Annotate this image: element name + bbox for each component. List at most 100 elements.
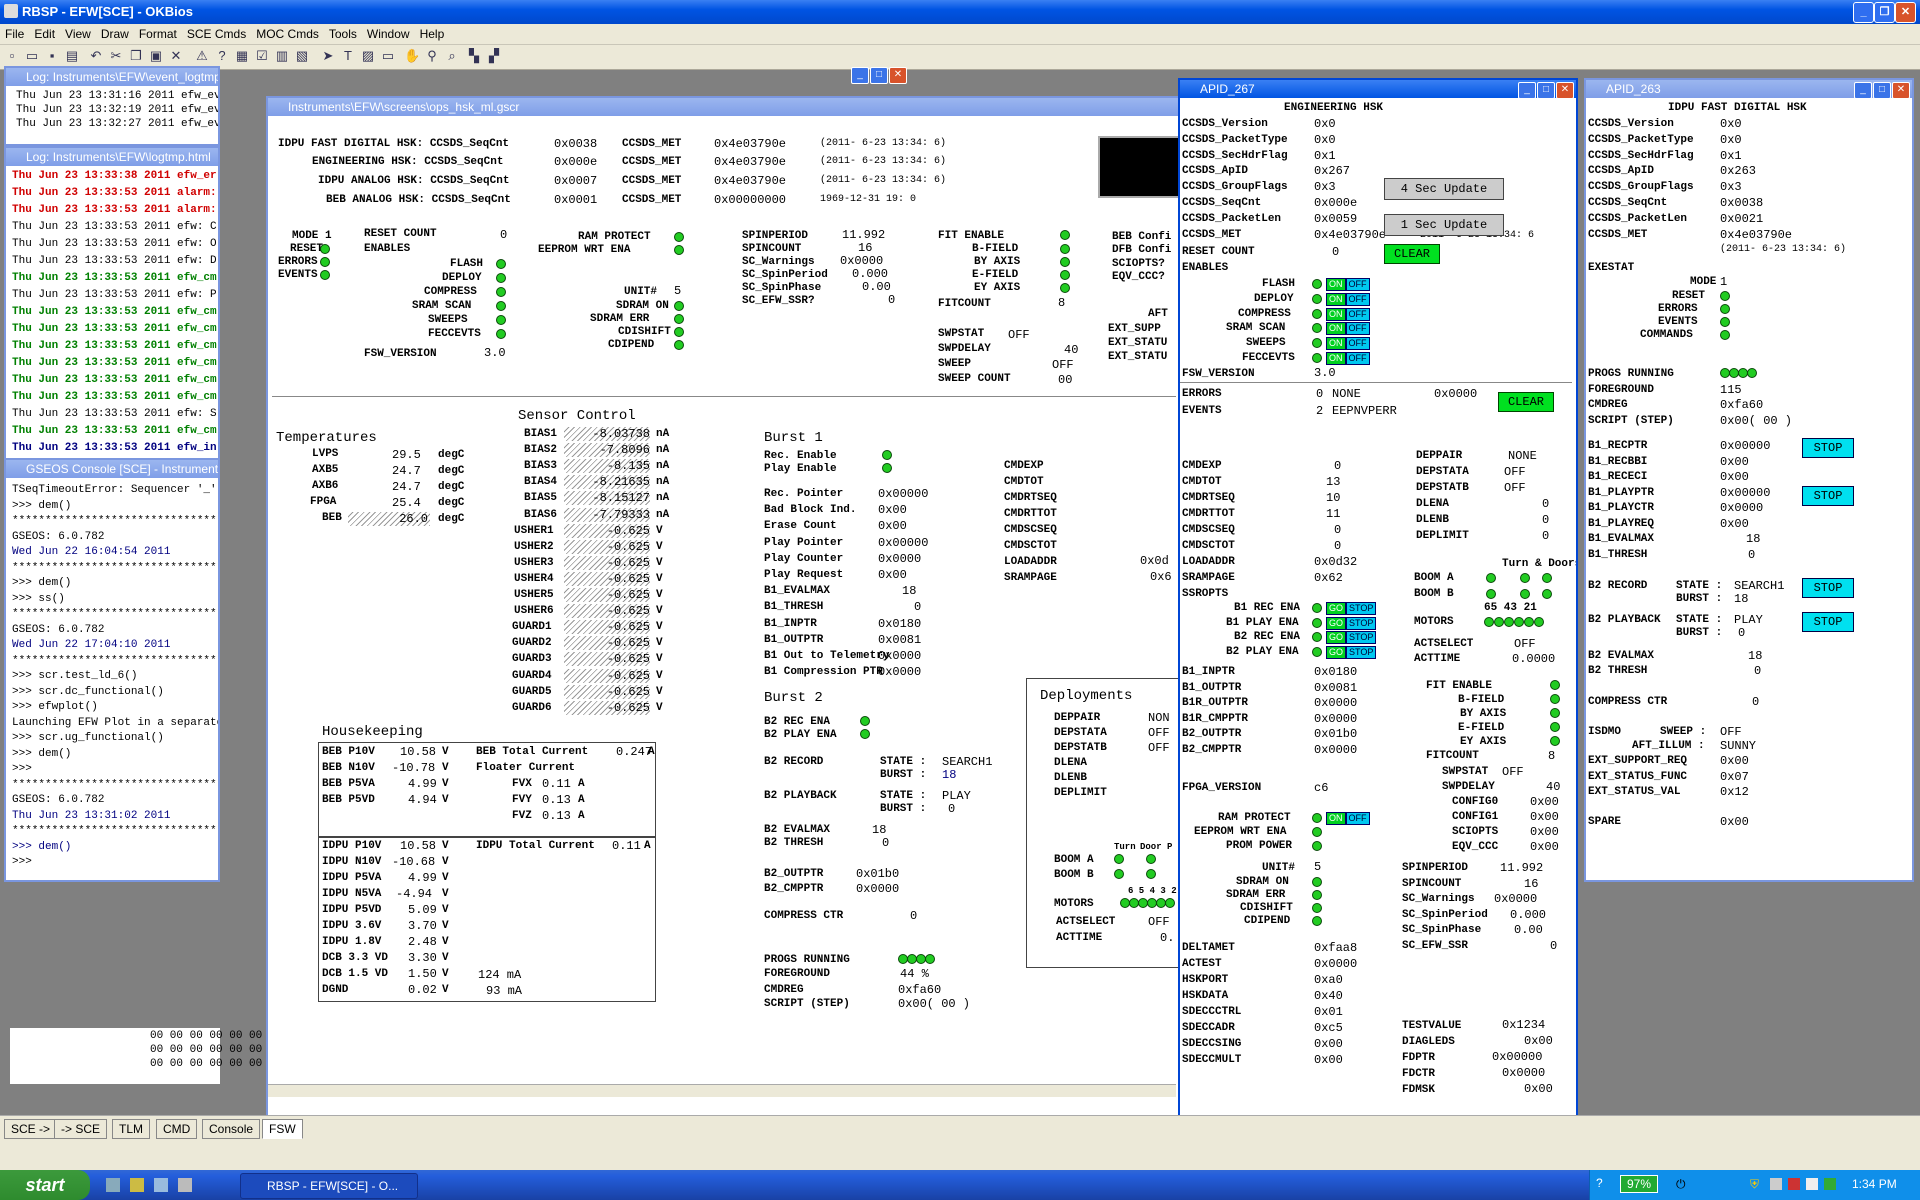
off-button[interactable]: OFF <box>1345 322 1370 336</box>
go-stop-toggle[interactable]: GO STOP <box>1326 645 1377 659</box>
close-icon[interactable]: ✕ <box>1892 82 1910 99</box>
tab-console[interactable]: Console <box>202 1119 261 1139</box>
undo-icon[interactable]: ↶ <box>88 48 104 64</box>
maximize-icon[interactable]: □ <box>1873 82 1891 99</box>
tab-cmd[interactable]: CMD <box>156 1119 198 1139</box>
cut-icon[interactable]: ✂ <box>108 48 124 64</box>
new-file-icon[interactable]: ▫ <box>4 48 20 64</box>
info-icon[interactable]: ? <box>214 48 230 64</box>
delete-icon[interactable]: ✕ <box>168 48 184 64</box>
save-icon[interactable]: ▪ <box>44 48 60 64</box>
grid-icon[interactable]: ▦ <box>234 48 250 64</box>
hand-icon[interactable]: ✋ <box>404 48 420 64</box>
clear-reset-button[interactable]: CLEAR <box>1384 244 1440 264</box>
minimize-icon[interactable]: _ <box>851 67 869 84</box>
stop-b2-playback-button[interactable]: STOP <box>1802 612 1854 632</box>
on-button[interactable]: ON <box>1326 307 1346 321</box>
tray-icon[interactable] <box>1788 1178 1800 1190</box>
binary-icon[interactable]: ▧ <box>294 48 310 64</box>
menu-sce-cmds[interactable]: SCE Cmds <box>182 24 251 44</box>
tab-tlm[interactable]: TLM <box>112 1119 150 1139</box>
off-button[interactable]: OFF <box>1345 307 1370 321</box>
minimize-button[interactable]: _ <box>1853 2 1874 23</box>
on-off-toggle[interactable]: ON OFF <box>1326 322 1370 336</box>
tab-sce-in[interactable]: -> SCE <box>54 1119 108 1139</box>
chart-icon[interactable]: ▥ <box>274 48 290 64</box>
go-button[interactable]: GO <box>1326 631 1347 644</box>
on-off-toggle[interactable]: ON OFF <box>1326 337 1370 351</box>
four-sec-update-button[interactable]: 4 Sec Update <box>1384 178 1504 200</box>
quick-launch-icon[interactable] <box>154 1178 168 1192</box>
off-button[interactable]: OFF <box>1345 278 1370 291</box>
copy-icon[interactable]: ❐ <box>128 48 144 64</box>
menu-file[interactable]: File <box>0 24 29 44</box>
open-folder-icon[interactable]: ▭ <box>24 48 40 64</box>
shield-icon[interactable]: ⛨ <box>1750 1177 1759 1192</box>
restore-button[interactable]: ❐ <box>1874 2 1895 23</box>
menu-draw[interactable]: Draw <box>96 24 134 44</box>
quick-launch-icon[interactable] <box>106 1178 120 1192</box>
ok-button-tool-icon[interactable]: ▭ <box>380 48 396 64</box>
on-button[interactable]: ON <box>1326 352 1346 365</box>
tray-icon[interactable] <box>1806 1178 1818 1190</box>
clear-errors-button[interactable]: CLEAR <box>1498 392 1554 412</box>
on-button[interactable]: ON <box>1326 337 1346 351</box>
go-stop-toggle[interactable]: GO STOP <box>1326 631 1377 644</box>
menu-format[interactable]: Format <box>134 24 182 44</box>
text-tool-icon[interactable]: T <box>340 48 356 64</box>
cascade-icon[interactable]: ▞ <box>486 48 502 64</box>
off-button[interactable]: OFF <box>1345 812 1370 825</box>
minimize-icon[interactable]: _ <box>1518 82 1536 99</box>
close-button[interactable]: ✕ <box>1895 2 1916 23</box>
on-button[interactable]: ON <box>1326 292 1346 306</box>
tile-icon[interactable]: ▚ <box>466 48 482 64</box>
zoom-window-icon[interactable]: ⌕ <box>444 48 460 64</box>
pointer-icon[interactable]: ➤ <box>320 48 336 64</box>
maximize-icon[interactable]: □ <box>1537 82 1555 99</box>
go-stop-toggle[interactable]: GO STOP <box>1326 602 1377 615</box>
go-button[interactable]: GO <box>1326 616 1347 630</box>
stop-button[interactable]: STOP <box>1346 645 1377 659</box>
on-off-toggle[interactable]: ON OFF <box>1326 307 1370 321</box>
go-button[interactable]: GO <box>1326 602 1347 615</box>
number-tool-icon[interactable]: ▨ <box>360 48 376 64</box>
warning-icon[interactable]: ⚠ <box>194 48 210 64</box>
quick-launch-icon[interactable] <box>130 1178 144 1192</box>
off-button[interactable]: OFF <box>1345 352 1370 365</box>
power-icon[interactable]: ⏻ <box>1676 1177 1686 1192</box>
go-button[interactable]: GO <box>1326 645 1347 659</box>
stop-button[interactable]: STOP <box>1346 602 1377 615</box>
check-icon[interactable]: ☑ <box>254 48 270 64</box>
on-off-toggle[interactable]: ON OFF <box>1326 278 1370 291</box>
menu-window[interactable]: Window <box>362 24 415 44</box>
on-off-toggle[interactable]: ON OFF <box>1326 812 1370 825</box>
on-off-toggle[interactable]: ON OFF <box>1326 352 1370 365</box>
zoom-icon[interactable]: ⚲ <box>424 48 440 64</box>
battery-indicator[interactable]: 97% <box>1620 1175 1659 1193</box>
close-icon[interactable]: ✕ <box>1556 82 1574 99</box>
on-off-toggle[interactable]: ON OFF <box>1326 292 1370 306</box>
stop-playptr-button[interactable]: STOP <box>1802 486 1854 506</box>
taskbar-item-okbios[interactable]: RBSP - EFW[SCE] - O... <box>240 1173 418 1199</box>
print-icon[interactable]: ▤ <box>64 48 80 64</box>
menu-moc-cmds[interactable]: MOC Cmds <box>251 24 324 44</box>
maximize-icon[interactable]: □ <box>870 67 888 84</box>
help-icon[interactable]: ? <box>1596 1176 1603 1190</box>
tray-icon[interactable] <box>1770 1178 1782 1190</box>
quick-launch-icon[interactable] <box>178 1178 192 1192</box>
off-button[interactable]: OFF <box>1345 292 1370 306</box>
tray-icon[interactable] <box>1824 1178 1836 1190</box>
on-button[interactable]: ON <box>1326 278 1346 291</box>
tab-sce-out[interactable]: SCE -> <box>4 1119 58 1139</box>
stop-recptr-button[interactable]: STOP <box>1802 438 1854 458</box>
menu-help[interactable]: Help <box>415 24 450 44</box>
stop-button[interactable]: STOP <box>1346 616 1377 630</box>
menu-tools[interactable]: Tools <box>324 24 362 44</box>
tab-fsw[interactable]: FSW <box>262 1119 303 1139</box>
menu-edit[interactable]: Edit <box>29 24 60 44</box>
menu-view[interactable]: View <box>60 24 96 44</box>
one-sec-update-button[interactable]: 1 Sec Update <box>1384 214 1504 236</box>
on-button[interactable]: ON <box>1326 812 1346 825</box>
stop-b2-record-button[interactable]: STOP <box>1802 578 1854 598</box>
on-button[interactable]: ON <box>1326 322 1346 336</box>
